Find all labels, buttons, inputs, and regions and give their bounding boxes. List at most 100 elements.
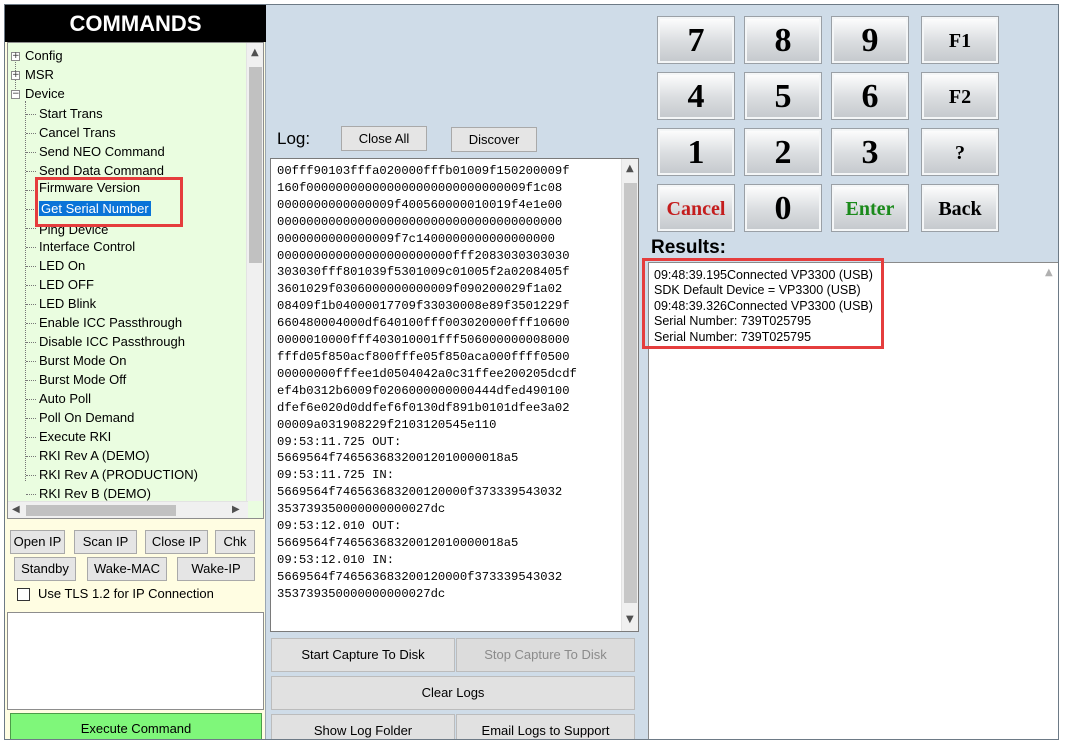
tree-line (26, 133, 36, 134)
tree-line (26, 361, 36, 362)
scroll-right-arrow-icon[interactable]: ▶ (232, 504, 240, 515)
clear-logs-button[interactable]: Clear Logs (271, 676, 635, 710)
log-line: 5669564f74656368320012010000018a5 (277, 451, 519, 466)
expand-plus-icon[interactable]: + (11, 52, 20, 61)
log-line: 09:53:12.010 IN: (277, 552, 395, 567)
tree-line (26, 114, 36, 115)
email-logs-button[interactable]: Email Logs to Support (456, 714, 635, 739)
log-line: 000000000000000000000000000000000000000 (277, 214, 563, 229)
tree-line (26, 437, 36, 438)
key-3[interactable]: 3 (831, 128, 909, 176)
key-1[interactable]: 1 (657, 128, 735, 176)
key-2[interactable]: 2 (744, 128, 822, 176)
log-line: 0000000000000009f7c1400000000000000000 (277, 231, 555, 246)
key-0[interactable]: 0 (744, 184, 822, 232)
log-line: 000000000000000000000000fff2083030303030 (277, 248, 570, 263)
open-ip-button[interactable]: Open IP (10, 530, 65, 554)
app-window: COMMANDS + Config + MSR − Device Start T… (4, 4, 1059, 740)
expand-plus-icon[interactable]: + (11, 71, 20, 80)
results-vertical-scrollbar[interactable]: ▲ (1041, 263, 1058, 739)
tree-line (26, 399, 36, 400)
tree-item-led-blink[interactable]: LED Blink (39, 295, 96, 313)
tree-scroll-thumb[interactable] (249, 67, 262, 263)
tree-item-burst-mode-on[interactable]: Burst Mode On (39, 352, 126, 370)
scroll-up-arrow-icon[interactable]: ▲ (251, 47, 259, 58)
ip-list-box[interactable] (7, 612, 264, 710)
tree-item-rki-rev-a-demo[interactable]: RKI Rev A (DEMO) (39, 447, 150, 465)
scroll-up-arrow-icon[interactable]: ▲ (626, 163, 634, 174)
tree-line (26, 285, 36, 286)
key-f2[interactable]: F2 (921, 72, 999, 120)
key-f1[interactable]: F1 (921, 16, 999, 64)
tree-root-device[interactable]: Device (25, 85, 65, 103)
standby-button[interactable]: Standby (14, 557, 76, 581)
key-6[interactable]: 6 (831, 72, 909, 120)
log-line: 09:53:12.010 OUT: (277, 519, 402, 534)
log-vertical-scrollbar[interactable]: ▲ ▼ (621, 159, 638, 631)
start-capture-button[interactable]: Start Capture To Disk (271, 638, 455, 672)
tree-item-send-neo-command[interactable]: Send NEO Command (39, 143, 165, 161)
log-line: fffd05f850acf800fffe05f850aca000ffff0500 (277, 349, 570, 364)
tree-line (26, 456, 36, 457)
scroll-up-arrow-icon[interactable]: ▲ (1045, 267, 1053, 278)
stop-capture-button[interactable]: Stop Capture To Disk (456, 638, 635, 672)
tree-item-cancel-trans[interactable]: Cancel Trans (39, 124, 116, 142)
tree-item-led-off[interactable]: LED OFF (39, 276, 94, 294)
log-line: 353739350000000000027dc (277, 586, 446, 601)
tree-item-enable-icc-passthrough[interactable]: Enable ICC Passthrough (39, 314, 182, 332)
collapse-minus-icon[interactable]: − (11, 90, 20, 99)
chk-button[interactable]: Chk (215, 530, 255, 554)
log-line: 09:53:11.725 OUT: (277, 434, 402, 449)
log-line: 160f000000000000000000000000000009f1c08 (277, 180, 563, 195)
commands-title: COMMANDS (5, 5, 266, 42)
tree-item-execute-rki[interactable]: Execute RKI (39, 428, 111, 446)
tree-item-rki-rev-a-production[interactable]: RKI Rev A (PRODUCTION) (39, 466, 198, 484)
commands-panel: COMMANDS + Config + MSR − Device Start T… (5, 5, 266, 739)
tree-item-auto-poll[interactable]: Auto Poll (39, 390, 91, 408)
tree-item-start-trans[interactable]: Start Trans (39, 105, 103, 123)
tree-item-interface-control[interactable]: Interface Control (39, 238, 135, 256)
log-textbox[interactable]: 00fff90103fffa020000fffb01009f150200009f… (270, 158, 639, 632)
tree-item-led-on[interactable]: LED On (39, 257, 85, 275)
wake-ip-button[interactable]: Wake-IP (177, 557, 255, 581)
log-scroll-thumb[interactable] (624, 183, 637, 603)
key-4[interactable]: 4 (657, 72, 735, 120)
close-ip-button[interactable]: Close IP (145, 530, 208, 554)
key-back[interactable]: Back (921, 184, 999, 232)
show-log-folder-button[interactable]: Show Log Folder (271, 714, 455, 739)
tree-line (26, 323, 36, 324)
scroll-left-arrow-icon[interactable]: ◀ (12, 504, 20, 515)
key-enter[interactable]: Enter (831, 184, 909, 232)
tree-line (26, 418, 36, 419)
execute-command-button[interactable]: Execute Command (10, 713, 262, 739)
tls-checkbox[interactable] (17, 588, 30, 601)
key-7[interactable]: 7 (657, 16, 735, 64)
tree-vertical-scrollbar[interactable]: ▲ (246, 43, 263, 501)
tree-item-disable-icc-passthrough[interactable]: Disable ICC Passthrough (39, 333, 185, 351)
tree-line (26, 228, 36, 229)
log-line: 00000000fffee1d0504042a0c31ffee200205dcd… (277, 366, 577, 381)
tree-line (26, 304, 36, 305)
tree-hscroll-thumb[interactable] (26, 505, 176, 516)
command-tree[interactable]: + Config + MSR − Device Start Trans Canc… (7, 42, 264, 519)
tree-item-poll-on-demand[interactable]: Poll On Demand (39, 409, 134, 427)
key-question[interactable]: ? (921, 128, 999, 176)
log-line: 08409f1b04000017709f33030008e89f3501229f (277, 299, 570, 314)
discover-button[interactable]: Discover (451, 127, 537, 152)
key-5[interactable]: 5 (744, 72, 822, 120)
log-line: 00fff90103fffa020000fffb01009f150200009f (277, 164, 570, 178)
key-8[interactable]: 8 (744, 16, 822, 64)
close-all-button[interactable]: Close All (341, 126, 427, 151)
tree-item-burst-mode-off[interactable]: Burst Mode Off (39, 371, 126, 389)
log-line: 09:53:11.725 IN: (277, 468, 395, 483)
key-9[interactable]: 9 (831, 16, 909, 64)
tree-horizontal-scrollbar[interactable]: ◀ ▶ (8, 501, 248, 518)
wake-mac-button[interactable]: Wake-MAC (87, 557, 167, 581)
scan-ip-button[interactable]: Scan IP (74, 530, 137, 554)
scroll-down-arrow-icon[interactable]: ▼ (626, 614, 634, 625)
tree-line (26, 152, 36, 153)
key-cancel[interactable]: Cancel (657, 184, 735, 232)
tree-line (25, 101, 26, 481)
tree-root-msr[interactable]: MSR (25, 66, 54, 84)
tree-root-config[interactable]: Config (25, 47, 63, 65)
